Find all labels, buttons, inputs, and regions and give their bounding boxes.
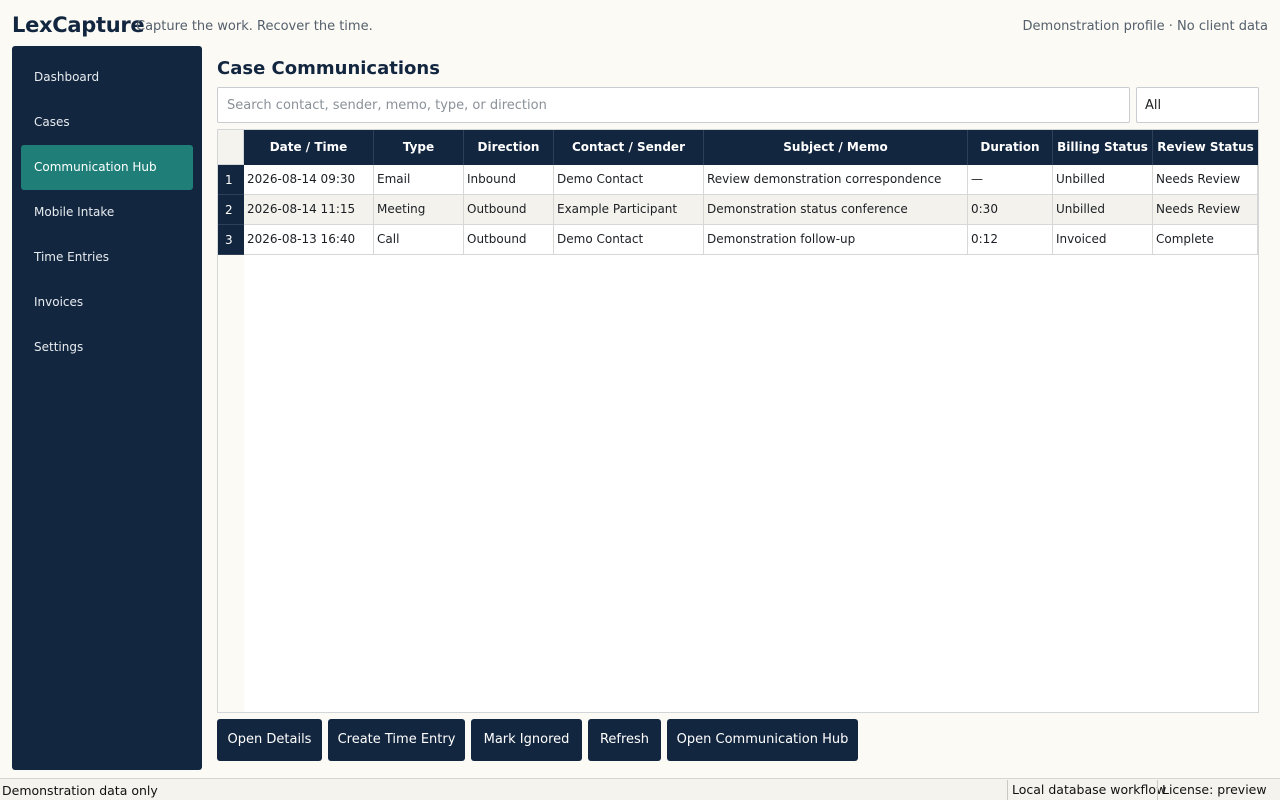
top-bar: LexCapture Capture the work. Recover the… [0,0,1280,46]
cell-subject-memo[interactable]: Demonstration status conference [704,195,968,224]
status-bar: Demonstration data only Local database w… [0,778,1280,800]
table-corner[interactable] [218,130,244,165]
status-license: License: preview [1157,780,1267,800]
cell-direction[interactable]: Outbound [464,225,554,254]
cell-type[interactable]: Meeting [374,195,464,224]
column-header-direction[interactable]: Direction [464,130,554,165]
cell-duration[interactable]: — [968,165,1053,194]
cell-subject-memo[interactable]: Demonstration follow-up [704,225,968,254]
cell-billing-status[interactable]: Unbilled [1053,195,1153,224]
cell-contact-sender[interactable]: Example Participant [554,195,704,224]
app-logo-title: LexCapture [12,13,145,37]
filter-select[interactable]: All [1136,87,1259,123]
sidebar: Dashboard Cases Communication Hub Mobile… [12,46,202,770]
cell-contact-sender[interactable]: Demo Contact [554,165,704,194]
sidebar-item-cases[interactable]: Cases [21,100,193,145]
column-header-contact-sender[interactable]: Contact / Sender [554,130,704,165]
cell-date-time[interactable]: 2026-08-14 11:15 [244,195,374,224]
column-header-review-status[interactable]: Review Status [1153,130,1258,165]
cell-direction[interactable]: Outbound [464,195,554,224]
open-details-button[interactable]: Open Details [217,719,322,761]
cell-duration[interactable]: 0:30 [968,195,1053,224]
create-time-entry-button[interactable]: Create Time Entry [328,719,465,761]
status-message: Demonstration data only [2,783,158,798]
cell-type[interactable]: Call [374,225,464,254]
cell-billing-status[interactable]: Unbilled [1053,165,1153,194]
sidebar-item-settings[interactable]: Settings [21,325,193,370]
column-header-type[interactable]: Type [374,130,464,165]
cell-date-time[interactable]: 2026-08-14 09:30 [244,165,374,194]
communications-table: Date / Time Type Direction Contact / Sen… [217,129,1259,713]
profile-indicator: Demonstration profile · No client data [1022,19,1268,34]
cell-review-status[interactable]: Complete [1153,225,1258,254]
cell-date-time[interactable]: 2026-08-13 16:40 [244,225,374,254]
row-number[interactable]: 1 [218,165,244,195]
row-number[interactable]: 3 [218,225,244,255]
column-header-billing-status[interactable]: Billing Status [1053,130,1153,165]
cell-review-status[interactable]: Needs Review [1153,165,1258,194]
cell-direction[interactable]: Inbound [464,165,554,194]
column-header-subject-memo[interactable]: Subject / Memo [704,130,968,165]
cell-type[interactable]: Email [374,165,464,194]
column-header-duration[interactable]: Duration [968,130,1053,165]
sidebar-item-invoices[interactable]: Invoices [21,280,193,325]
cell-billing-status[interactable]: Invoiced [1053,225,1153,254]
table-row[interactable]: 2026-08-13 16:40 Call Outbound Demo Cont… [244,225,1258,255]
cell-review-status[interactable]: Needs Review [1153,195,1258,224]
sidebar-item-dashboard[interactable]: Dashboard [21,55,193,100]
cell-subject-memo[interactable]: Review demonstration correspondence [704,165,968,194]
sidebar-item-mobile-intake[interactable]: Mobile Intake [21,190,193,235]
open-communication-hub-button[interactable]: Open Communication Hub [667,719,858,761]
sidebar-item-time-entries[interactable]: Time Entries [21,235,193,280]
cell-contact-sender[interactable]: Demo Contact [554,225,704,254]
app-tagline: Capture the work. Recover the time. [136,19,373,34]
sidebar-item-communication-hub[interactable]: Communication Hub [21,145,193,190]
page-title: Case Communications [217,58,440,79]
column-header-date-time[interactable]: Date / Time [244,130,374,165]
mark-ignored-button[interactable]: Mark Ignored [471,719,582,761]
row-number[interactable]: 2 [218,195,244,225]
table-row[interactable]: 2026-08-14 09:30 Email Inbound Demo Cont… [244,165,1258,195]
search-input[interactable] [217,87,1130,123]
refresh-button[interactable]: Refresh [588,719,661,761]
table-row[interactable]: 2026-08-14 11:15 Meeting Outbound Exampl… [244,195,1258,225]
status-workflow: Local database workflow [1007,780,1166,800]
cell-duration[interactable]: 0:12 [968,225,1053,254]
